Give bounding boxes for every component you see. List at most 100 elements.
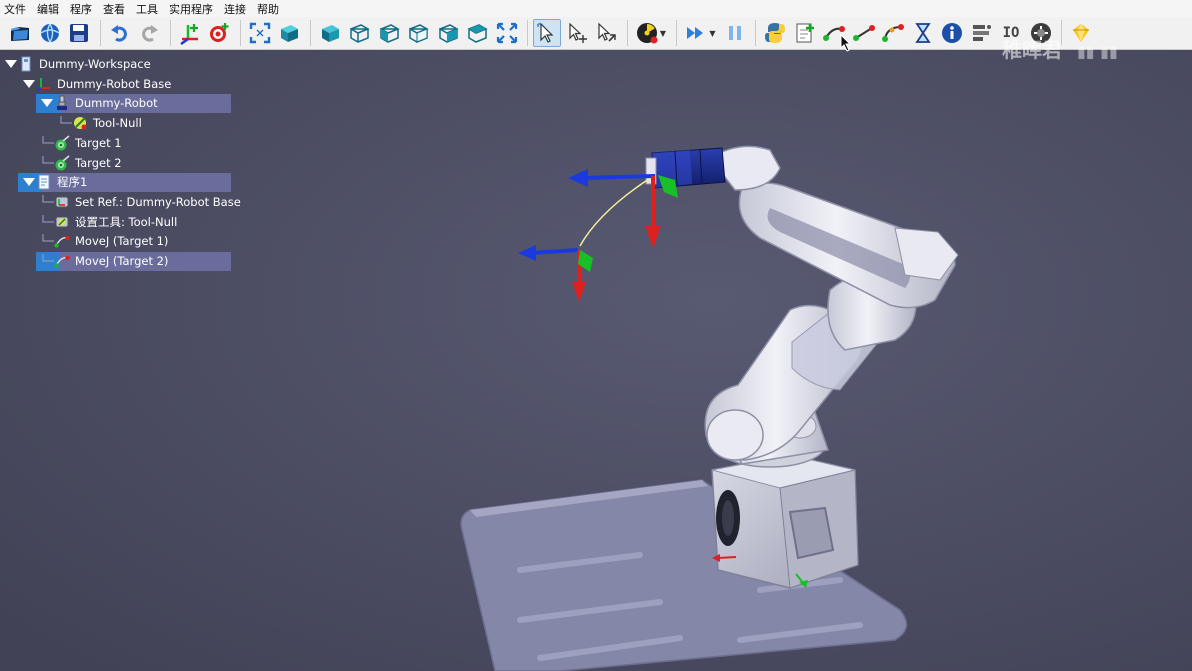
tree-item-movej-2[interactable]: MoveJ (Target 2) [40,251,171,271]
redo-button[interactable] [135,19,163,47]
add-target-button[interactable] [205,19,233,47]
toolbar-separator [676,20,677,46]
menu-item-0[interactable]: 文件 [4,1,26,17]
tree-connector-icon [60,116,72,124]
pause-wait-button[interactable] [909,19,937,47]
movej-icon [54,255,70,268]
info-button[interactable] [938,19,966,47]
movec-button[interactable] [879,19,907,47]
set-io-icon [972,25,991,41]
view-right-button[interactable] [404,19,432,47]
expand-toggle-icon[interactable] [22,77,36,91]
view-front-button[interactable] [316,19,344,47]
isometric-view-icon [281,25,298,42]
pause-button[interactable] [721,19,749,47]
menu-bar: 文件 编辑 程序 查看 工具 实用程序 连接 帮助 [0,0,1192,17]
tree-item-robot-base[interactable]: Dummy-Robot Base [22,74,174,94]
pause-wait-icon [914,23,931,43]
movec-icon [882,24,904,42]
menu-item-4[interactable]: 工具 [136,1,158,17]
menu-item-1[interactable]: 编辑 [37,1,59,17]
view-bottom-button[interactable] [463,19,491,47]
pause-icon [728,26,741,40]
tree-item-workspace[interactable]: Dummy-Workspace [4,54,154,74]
python-script-icon [765,23,785,43]
dropdown-arrow-icon[interactable]: ▼ [709,19,717,47]
tree-item-movej-1[interactable]: MoveJ (Target 1) [40,231,171,251]
dropdown-arrow-icon[interactable]: ▼ [659,19,667,47]
tree-item-label: MoveJ (Target 1) [75,234,169,249]
tree-item-target-2[interactable]: Target 2 [40,153,125,173]
select-button[interactable] [533,19,561,47]
redo-icon [142,25,158,42]
view-back-button[interactable] [345,19,373,47]
tree-item-label: Tool-Null [93,116,142,131]
toolbar-separator [239,20,241,46]
view-left-icon [379,24,400,43]
move-reference-button[interactable] [563,19,591,47]
open-station-button[interactable] [6,19,34,47]
set-io-button[interactable] [968,19,996,47]
toolbar-separator [309,20,311,46]
tree-item-label: Dummy-Robot [75,96,158,111]
movel-button[interactable] [850,19,878,47]
toolbar-separator [527,20,528,46]
robot-base-cube[interactable] [711,454,859,589]
menu-item-3[interactable]: 查看 [103,1,125,17]
station-icon [21,56,31,72]
tree-item-label: 设置工具: Tool-Null [75,214,178,229]
fit-all-button[interactable] [246,19,274,47]
menu-item-5[interactable]: 实用程序 [169,1,213,17]
isometric-view-button[interactable] [275,19,303,47]
fullscreen-button[interactable] [493,19,521,47]
menu-item-2[interactable]: 程序 [70,1,92,17]
tree-item-label: Target 2 [75,155,122,170]
toolbar-separator [626,20,628,46]
target-icon [55,135,70,151]
menu-item-6[interactable]: 连接 [224,1,246,17]
add-program-button[interactable] [791,19,819,47]
expand-toggle-icon[interactable] [22,175,36,189]
tree-item-set-tool[interactable]: 设置工具: Tool-Null [40,212,180,232]
fit-all-icon [249,22,270,44]
tree-item-label: Dummy-Workspace [39,57,151,71]
tree-item-tool-null[interactable]: Tool-Null [58,113,145,133]
undo-button[interactable] [106,19,134,47]
tree-item-set-ref[interactable]: Set Ref.: Dummy-Robot Base [40,192,244,212]
run-program-button[interactable] [682,19,710,47]
tree-connector-icon [42,135,54,144]
tree-item-robot[interactable]: Dummy-Robot [40,93,161,113]
move-object-button[interactable] [592,19,620,47]
add-reference-frame-icon [179,24,198,45]
expand-toggle-icon[interactable] [4,57,18,71]
toolbar-separator [99,20,101,46]
add-reference-frame-button[interactable] [176,19,204,47]
online-library-button[interactable] [36,19,64,47]
open-station-icon [11,27,29,41]
view-bottom-icon [468,24,488,43]
expand-toggle-icon[interactable] [40,96,54,110]
toolbar-separator [169,20,171,46]
menu-item-7[interactable]: 帮助 [257,1,279,17]
tree-item-target-1[interactable]: Target 1 [40,133,125,153]
set-reference-icon [55,196,69,208]
toolbar-separator [755,20,756,46]
view-left-button[interactable] [375,19,403,47]
save-button[interactable] [65,19,93,47]
target-icon [55,154,70,170]
set-tool-icon [55,216,69,228]
tree-item-program-1[interactable]: 程序1 [22,172,90,192]
watermark: 稚晖君 ▮▮ ▮▮ [1002,38,1118,62]
3d-viewport[interactable] [0,50,1192,671]
add-program-icon [796,23,814,43]
save-icon [70,24,88,42]
tree-connector-icon [42,194,54,203]
mouse-cursor-icon [840,34,852,52]
collision-check-button[interactable] [633,19,661,47]
undo-icon [110,25,127,42]
program-icon [38,174,50,190]
view-top-button[interactable] [434,19,462,47]
tree-item-label: MoveJ (Target 2) [75,254,169,268]
view-right-icon [409,24,429,43]
python-script-button[interactable] [761,19,789,47]
